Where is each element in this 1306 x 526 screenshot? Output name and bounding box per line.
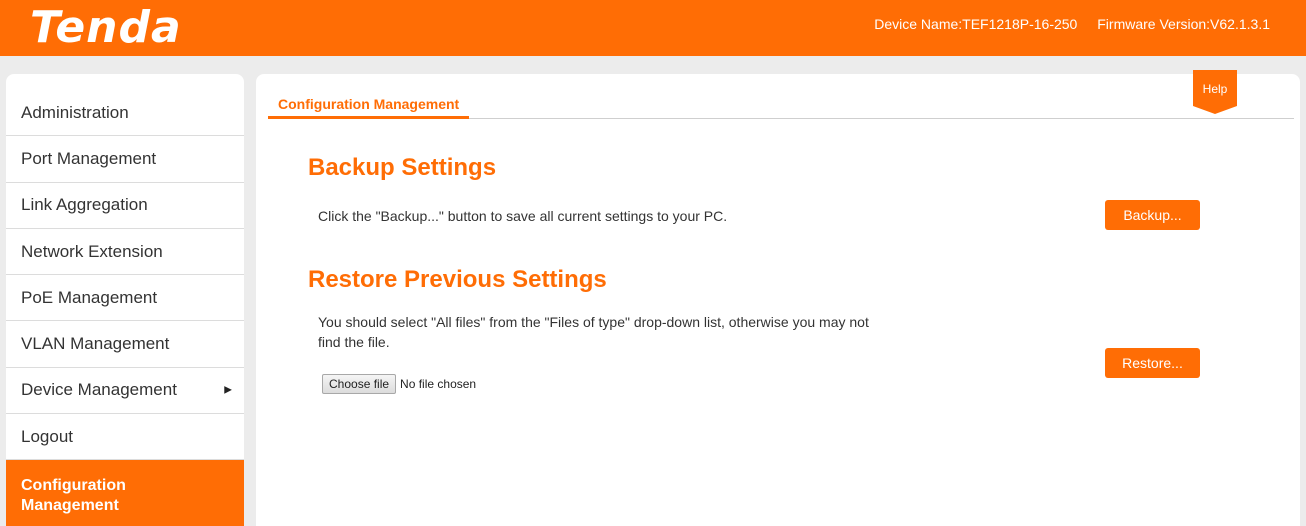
sidebar-item-label: Logout bbox=[21, 426, 73, 446]
sidebar-item-label: Configuration Management bbox=[21, 477, 126, 515]
sidebar-item-network-extension[interactable]: Network Extension bbox=[6, 229, 244, 276]
sidebar-item-poe-management[interactable]: PoE Management bbox=[6, 275, 244, 322]
file-input: Choose file No file chosen bbox=[322, 374, 476, 394]
restore-description-line-1: You should select "All files" from the "… bbox=[318, 314, 869, 330]
choose-file-button[interactable]: Choose file bbox=[322, 374, 397, 394]
sidebar-item-label: VLAN Management bbox=[21, 334, 170, 354]
sidebar-item-label: PoE Management bbox=[21, 287, 158, 307]
sidebar: Administration Port Management Link Aggr… bbox=[6, 74, 244, 526]
sidebar-item-label: Link Aggregation bbox=[21, 195, 148, 215]
sidebar-item-configuration-management[interactable]: Configuration Management bbox=[6, 460, 244, 526]
sidebar-item-administration[interactable]: Administration bbox=[6, 90, 244, 137]
help-button[interactable]: Help bbox=[1193, 70, 1237, 114]
sidebar-item-label: Device Management bbox=[21, 380, 177, 400]
sidebar-item-device-management[interactable]: Device Management ▶ bbox=[6, 368, 244, 415]
tab-configuration-management[interactable]: Configuration Management bbox=[268, 96, 470, 119]
sidebar-item-vlan-management[interactable]: VLAN Management bbox=[6, 321, 244, 368]
restore-description-line-2: find the file. bbox=[318, 334, 390, 350]
chevron-right-icon: ▶ bbox=[224, 384, 232, 396]
main-panel: Configuration Management Help Backup Set… bbox=[256, 70, 1300, 526]
device-name: Device Name:TEF1218P-16-250 bbox=[874, 16, 1078, 32]
file-status: No file chosen bbox=[400, 377, 477, 391]
restore-settings-title: Restore Previous Settings bbox=[308, 266, 607, 293]
backup-description: Click the "Backup..." button to save all… bbox=[318, 208, 728, 224]
header-info: Device Name:TEF1218P-16-250 Firmware Ver… bbox=[858, 16, 1270, 32]
sidebar-item-port-management[interactable]: Port Management bbox=[6, 136, 244, 183]
backup-settings-title: Backup Settings bbox=[308, 154, 497, 181]
firmware-version: Firmware Version:V62.1.3.1 bbox=[1097, 16, 1270, 32]
sidebar-item-link-aggregation[interactable]: Link Aggregation bbox=[6, 183, 244, 229]
sidebar-item-label: Port Management bbox=[21, 148, 157, 168]
restore-button[interactable]: Restore... bbox=[1105, 348, 1200, 378]
sidebar-item-label: Network Extension bbox=[21, 241, 163, 261]
backup-button[interactable]: Backup... bbox=[1105, 200, 1200, 230]
restore-description: You should select "All files" from the "… bbox=[318, 312, 869, 352]
sidebar-item-label: Administration bbox=[21, 102, 129, 122]
top-header: Tenda Device Name:TEF1218P-16-250 Firmwa… bbox=[0, 0, 1306, 56]
sidebar-item-logout[interactable]: Logout bbox=[6, 414, 244, 461]
tenda-logo: Tenda bbox=[30, 2, 182, 53]
